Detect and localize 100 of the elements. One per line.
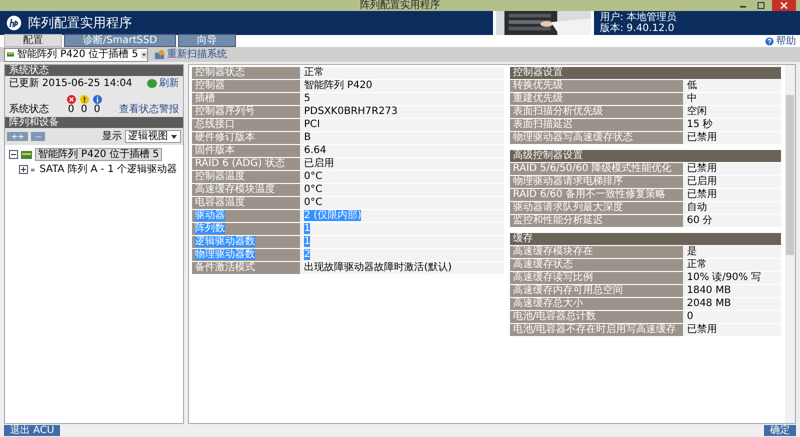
- tree-item[interactable]: SATA 阵列 A - 1 个逻辑驱动器: [38, 164, 179, 175]
- property-label: 硬件修订版本: [192, 132, 300, 144]
- count-label: 0: [94, 104, 100, 115]
- property-label: 监控和性能分析延迟: [510, 215, 683, 227]
- property-label: 高速缓存模块温度: [192, 184, 300, 196]
- property-value: 1: [300, 236, 504, 248]
- status-label: 系统状态: [9, 104, 49, 115]
- property-label: 高速缓存内存可用总空间: [510, 285, 683, 297]
- property-value: 1: [300, 223, 504, 235]
- count-label: 0: [68, 104, 74, 115]
- property-label: 固件版本: [192, 145, 300, 157]
- property-value: 2048 MB: [682, 298, 781, 310]
- expand-toggle[interactable]: [19, 165, 28, 174]
- property-value: 已启用: [300, 158, 504, 170]
- count-label: 0: [80, 104, 88, 115]
- property-label: 电池/电容器不存在时启用写高速缓存: [510, 324, 683, 336]
- property-label: 物理驱动器请求电梯排序: [510, 176, 683, 188]
- property-value: 10% 读/90% 写: [682, 272, 781, 284]
- show-label: 显示: [102, 131, 122, 142]
- property-value: 空闲: [682, 106, 781, 118]
- controller-icon: [21, 150, 32, 158]
- logo-icon: [6, 15, 22, 31]
- property-value: 6.64: [300, 145, 504, 157]
- property-label: RAID 5/6/50/60 降级模式性能优化: [510, 163, 683, 175]
- disk-stack-icon: [31, 166, 35, 174]
- property-value: 正常: [682, 259, 781, 271]
- panel-title: 系统状态: [9, 65, 49, 76]
- property-label: 阵列数: [192, 223, 300, 235]
- property-value: 0°C: [300, 171, 504, 183]
- property-value: PCI: [300, 119, 504, 131]
- alerts-link[interactable]: 查看状态警报: [119, 104, 179, 115]
- property-value: PDSXK0BRH7R273: [300, 106, 504, 118]
- refresh-link[interactable]: 刷新: [147, 78, 179, 89]
- section-title: 控制器设置: [512, 67, 563, 78]
- caret-icon: [141, 48, 147, 60]
- scrollbar[interactable]: [785, 65, 795, 423]
- property-value: 0°C: [300, 184, 504, 196]
- app-title: 阵列配置实用程序: [28, 15, 132, 32]
- property-label: 控制器温度: [192, 171, 300, 183]
- property-label: 表面扫描分析优先级: [510, 106, 683, 118]
- info-icon: [92, 95, 102, 104]
- help-link[interactable]: 帮助: [765, 36, 796, 47]
- property-label: 逻辑驱动器数: [192, 236, 300, 248]
- property-value: 60 分: [682, 215, 781, 227]
- property-label: 高速缓存读写比例: [510, 272, 683, 284]
- property-value: 2 (仅限内部): [300, 210, 504, 222]
- property-value: 中: [682, 93, 781, 105]
- property-value: 15 秒: [682, 119, 781, 131]
- property-value: 正常: [300, 67, 504, 79]
- property-value: 5: [300, 93, 504, 105]
- warning-icon: [80, 95, 88, 104]
- property-label: 备件激活模式: [192, 262, 300, 274]
- property-label: RAID 6/60 备用不一致性修复策略: [510, 189, 683, 201]
- property-value: 是: [682, 246, 781, 258]
- property-value: 低: [682, 80, 781, 92]
- property-label: 总线接口: [192, 119, 300, 131]
- property-value: 0: [682, 311, 781, 323]
- property-label: 插槽: [192, 93, 300, 105]
- property-value: 1840 MB: [682, 285, 781, 297]
- property-label: 控制器状态: [192, 67, 300, 79]
- error-icon: [66, 95, 76, 104]
- property-label: 表面扫描延迟: [510, 119, 683, 131]
- property-value: 已禁用: [682, 189, 781, 201]
- property-value: 自动: [682, 202, 781, 214]
- ok-button[interactable]: 确定: [764, 425, 796, 436]
- section-title: 缓存: [512, 233, 533, 244]
- rescan-button[interactable]: 重新扫描系统: [154, 49, 227, 60]
- controller-icon: [7, 51, 14, 58]
- user-label: 用户: 本地管理员: [600, 12, 678, 23]
- property-label: 转换优先级: [510, 80, 683, 92]
- property-label: 驱动器: [192, 210, 300, 222]
- tree-item[interactable]: 智能阵列 P420 位于插槽 5: [35, 148, 162, 161]
- caret-icon: [170, 132, 178, 140]
- property-label: 控制器: [192, 80, 300, 92]
- property-label: 物理驱动器写高速缓存状态: [510, 132, 683, 144]
- exit-button[interactable]: 退出 ACU: [4, 425, 60, 436]
- property-label: 高速缓存模块存在: [510, 246, 683, 258]
- property-label: RAID 6 (ADG) 状态: [192, 158, 300, 170]
- updated-label: 已更新 2015-06-25 14:04: [9, 78, 132, 89]
- collapse-toggle[interactable]: [9, 150, 18, 159]
- view-dropdown[interactable]: 逻辑视图: [125, 130, 181, 143]
- property-value: 智能阵列 P420: [300, 80, 504, 92]
- version-label: 版本: 9.40.12.0: [600, 23, 676, 34]
- property-label: 电容器温度: [192, 197, 300, 209]
- property-value: 2: [300, 249, 504, 261]
- property-value: 出现故障驱动器故障时激活(默认): [300, 262, 504, 274]
- property-label: 物理驱动器数: [192, 249, 300, 261]
- property-label: 高速缓存状态: [510, 259, 683, 271]
- tab[interactable]: 配置: [4, 34, 62, 47]
- close-button[interactable]: [772, 0, 796, 11]
- property-value: 已禁用: [682, 132, 781, 144]
- help-icon: [765, 37, 774, 46]
- property-label: 电池/电容器总计数: [510, 311, 683, 323]
- property-label: 重建优先级: [510, 93, 683, 105]
- property-value: 0°C: [300, 197, 504, 209]
- device-dropdown[interactable]: 智能阵列 P420 位于插槽 5: [4, 48, 148, 62]
- property-label: 驱动器请求队列最大深度: [510, 202, 683, 214]
- property-value: 已禁用: [682, 163, 781, 175]
- property-value: B: [300, 132, 504, 144]
- property-label: 控制器序列号: [192, 106, 300, 118]
